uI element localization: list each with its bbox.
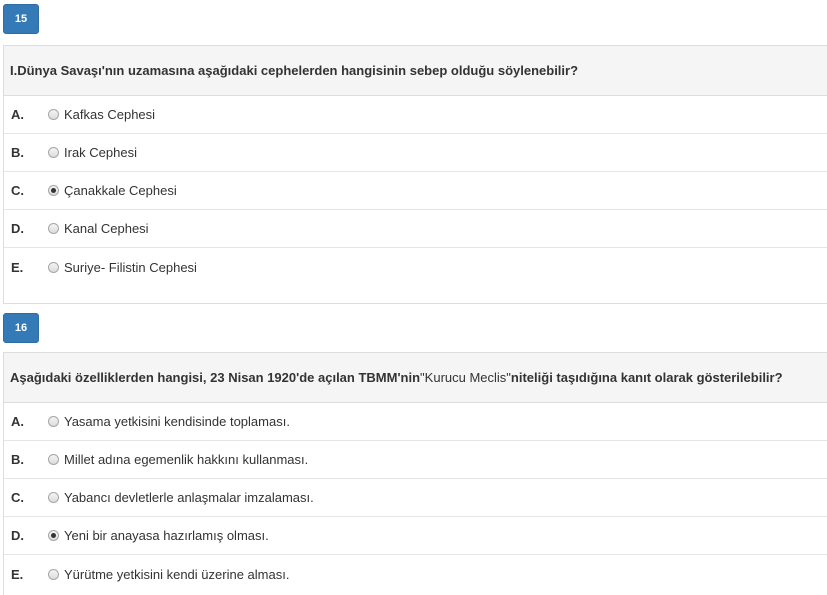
option-label[interactable]: Yabancı devletlerle anlaşmalar imzalamas… [64,490,314,505]
option-letter: A. [11,414,24,429]
question-text-part: Aşağıdaki özelliklerden hangisi, 23 Nisa… [10,370,421,385]
option-row[interactable]: E. Yürütme yetkisini kendi üzerine almas… [4,555,827,593]
option-letter: C. [11,183,24,198]
option-label[interactable]: Yürütme yetkisini kendi üzerine alması. [64,567,289,582]
option-row[interactable]: D. Yeni bir anayasa hazırlamış olması. [4,517,827,555]
radio-button-icon[interactable] [48,109,59,120]
option-row[interactable]: E. Suriye- Filistin Cephesi [4,248,827,286]
option-row[interactable]: C. Çanakkale Cephesi [4,172,827,210]
question-text: I.Dünya Savaşı'nın uzamasına aşağıdaki c… [4,46,827,96]
option-label[interactable]: Millet adına egemenlik hakkını kullanmas… [64,452,308,467]
option-row[interactable]: B. Millet adına egemenlik hakkını kullan… [4,441,827,479]
radio-button-icon[interactable] [48,147,59,158]
question-panel: Aşağıdaki özelliklerden hangisi, 23 Nisa… [3,352,827,595]
option-row[interactable]: A. Kafkas Cephesi [4,96,827,134]
question-number-badge[interactable]: 15 [3,4,39,34]
radio-button-icon[interactable] [48,568,59,580]
option-label[interactable]: Kafkas Cephesi [64,107,155,122]
option-letter: A. [11,107,24,122]
option-letter: E. [11,566,24,582]
option-row[interactable]: A. Yasama yetkisini kendisinde toplaması… [4,403,827,441]
option-row[interactable]: B. Irak Cephesi [4,134,827,172]
option-label[interactable]: Çanakkale Cephesi [64,183,177,198]
option-letter: C. [11,490,24,505]
radio-button-icon[interactable] [48,492,59,503]
option-letter: D. [11,528,24,543]
option-label[interactable]: Yasama yetkisini kendisinde toplaması. [64,414,290,429]
radio-button-icon[interactable] [48,416,59,427]
option-letter: B. [11,145,24,160]
radio-button-icon[interactable] [48,530,59,541]
option-label[interactable]: Suriye- Filistin Cephesi [64,260,197,275]
radio-button-icon[interactable] [48,185,59,196]
question-text-quote: "Kurucu Meclis" [420,370,511,385]
option-row[interactable]: C. Yabancı devletlerle anlaşmalar imzala… [4,479,827,517]
question-panel: I.Dünya Savaşı'nın uzamasına aşağıdaki c… [3,45,827,304]
radio-button-icon[interactable] [48,261,59,273]
option-letter: D. [11,221,24,236]
question-number-badge[interactable]: 16 [3,313,39,343]
option-letter: E. [11,259,24,275]
option-label[interactable]: Irak Cephesi [64,145,137,160]
radio-button-icon[interactable] [48,223,59,234]
question-text: Aşağıdaki özelliklerden hangisi, 23 Nisa… [4,353,827,403]
option-letter: B. [11,452,24,467]
option-row[interactable]: D. Kanal Cephesi [4,210,827,248]
option-label[interactable]: Kanal Cephesi [64,221,149,236]
radio-button-icon[interactable] [48,454,59,465]
question-text-part: niteliği taşıdığına kanıt olarak gösteri… [510,370,783,385]
option-label[interactable]: Yeni bir anayasa hazırlamış olması. [64,528,269,543]
